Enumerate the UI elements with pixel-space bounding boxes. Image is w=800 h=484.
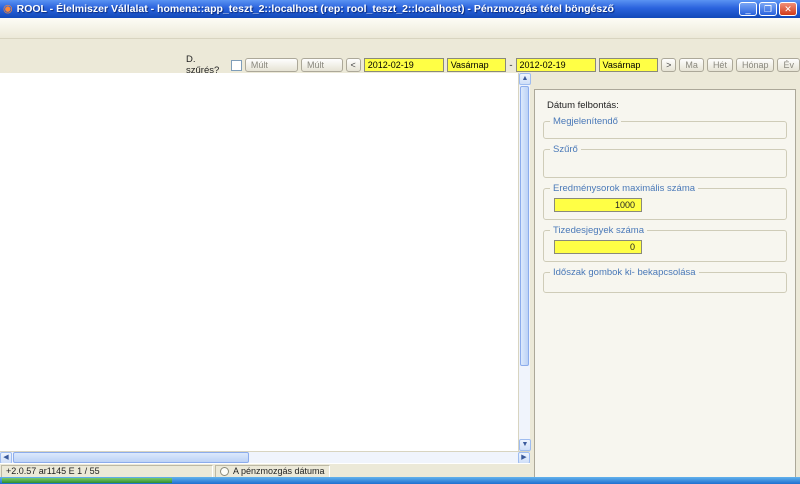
version-record-counter: +2.0.57 ar1145 E 1 / 55 (6, 466, 100, 476)
settings-section: Dátum felbontás: Megjelenítendő Szűrő Er… (530, 73, 800, 484)
next-period-button[interactable]: > (661, 58, 676, 72)
day-to-field[interactable]: Vasárnap (599, 58, 659, 72)
status-bar: +2.0.57 ar1145 E 1 / 55 A pénzmozgás dát… (0, 463, 530, 478)
max-rows-title: Eredménysorok maximális száma (550, 183, 698, 194)
date-to-input[interactable]: 2012-02-19 (516, 58, 596, 72)
vertical-scroll-thumb[interactable] (520, 86, 529, 366)
settings-panel: Dátum felbontás: Megjelenítendő Szűrő Er… (534, 89, 796, 479)
max-rows-input[interactable]: 1000 (554, 198, 642, 212)
week-button[interactable]: Hét (707, 58, 733, 72)
decimals-title: Tizedesjegyek száma (550, 225, 647, 236)
decimals-group: Tizedesjegyek száma 0 (543, 230, 787, 262)
date-filter-checkbox[interactable] (231, 60, 242, 71)
document-tab-bar (0, 39, 800, 57)
display-group-title: Megjelenítendő (550, 116, 621, 127)
maximize-button[interactable]: ❐ (759, 2, 777, 16)
vertical-scrollbar[interactable]: ▲ ▼ (518, 73, 530, 451)
filter-group: Szűrő (543, 149, 787, 178)
settings-tab-bar (534, 73, 800, 89)
window-bottom-frame (0, 477, 800, 484)
year-button[interactable]: Év (777, 58, 800, 72)
money-movement-table (0, 73, 518, 451)
status-radio-icon[interactable] (220, 467, 229, 476)
status-hint: A pénzmozgás dátuma (233, 466, 325, 476)
today-button[interactable]: Ma (679, 58, 704, 72)
close-button[interactable]: ✕ (779, 2, 797, 16)
prev-period-button[interactable]: < (346, 58, 361, 72)
period-buttons-group: Időszak gombok ki- bekapcsolása (543, 272, 787, 293)
window-title: ROOL - Élelmiszer Vállalat - homena::app… (17, 3, 737, 15)
period-buttons-title: Időszak gombok ki- bekapcsolása (550, 267, 699, 278)
range-separator: - (509, 60, 512, 71)
app-icon: ◉ (3, 4, 13, 15)
date-resolution-label: Dátum felbontás: (547, 100, 619, 111)
day-from-field[interactable]: Vasárnap (447, 58, 507, 72)
app-window: ◉ ROOL - Élelmiszer Vállalat - homena::a… (0, 0, 800, 484)
horizontal-scrollbar[interactable]: ◀ ▶ (0, 451, 530, 463)
horizontal-scroll-thumb[interactable] (13, 452, 249, 463)
grid-section: ▲ ▼ ◀ ▶ +2.0.57 ar1145 E 1 / 55 A pénz (0, 73, 530, 484)
past-month-button[interactable]: Múlt hónap (245, 58, 298, 72)
display-group: Megjelenítendő (543, 121, 787, 139)
date-filter-bar: D. szűrés? Múlt hónap Múlt hét < 2012-02… (0, 57, 800, 73)
past-week-button[interactable]: Múlt hét (301, 58, 343, 72)
filter-group-title: Szűrő (550, 144, 581, 155)
date-resolution-row: Dátum felbontás: (547, 100, 785, 111)
month-button[interactable]: Hónap (736, 58, 775, 72)
minimize-button[interactable]: _ (739, 2, 757, 16)
progress-indicator (2, 478, 172, 483)
decimals-input[interactable]: 0 (554, 240, 642, 254)
title-bar: ◉ ROOL - Élelmiszer Vállalat - homena::a… (0, 0, 800, 18)
max-rows-group: Eredménysorok maximális száma 1000 (543, 188, 787, 220)
main-toolbar (0, 18, 800, 39)
date-from-input[interactable]: 2012-02-19 (364, 58, 444, 72)
